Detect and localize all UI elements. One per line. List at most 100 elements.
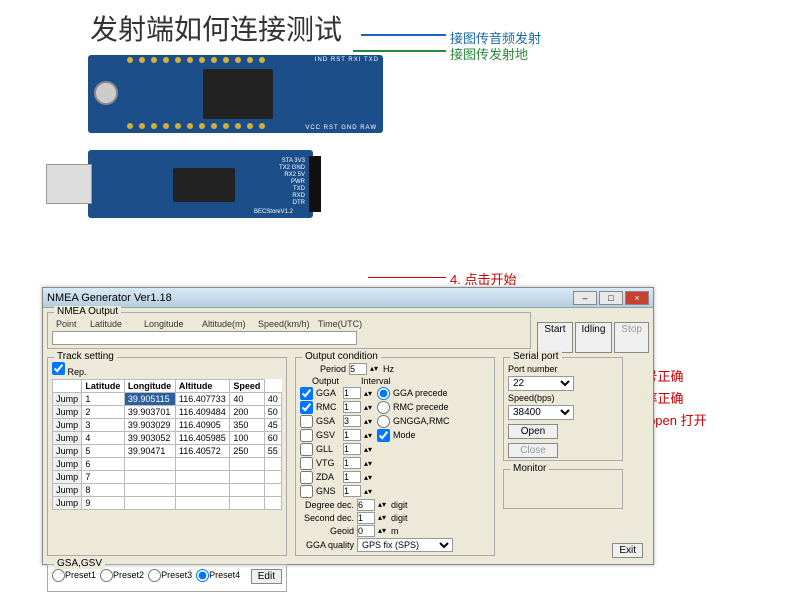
cell-lat[interactable]	[124, 470, 175, 483]
cell-spd[interactable]: 40	[264, 392, 281, 405]
sec-val[interactable]	[357, 512, 375, 524]
cell-lon[interactable]: 116.407733	[175, 392, 230, 405]
oc-check-rmc[interactable]	[300, 401, 313, 414]
cell-spd[interactable]	[264, 483, 281, 496]
cell-lon[interactable]	[175, 470, 230, 483]
close-button-serial[interactable]: Close	[508, 443, 558, 458]
preset-3[interactable]: Preset3	[148, 569, 192, 582]
cell-lat[interactable]: 39.905115	[124, 392, 175, 405]
cell-alt[interactable]: 250	[230, 444, 264, 457]
oc-radio[interactable]	[377, 387, 390, 400]
oc-interval[interactable]	[343, 429, 361, 441]
cell-lat[interactable]	[124, 457, 175, 470]
speed-select[interactable]: 38400	[508, 405, 574, 420]
cell-lat[interactable]: 39.903701	[124, 405, 175, 418]
titlebar[interactable]: NMEA Generator Ver1.18 – □ ×	[43, 288, 653, 308]
period-value[interactable]	[349, 363, 367, 375]
oc-interval[interactable]	[343, 471, 361, 483]
table-row[interactable]: Jump239.903701116.40948420050	[53, 405, 282, 418]
cell-lat[interactable]: 39.90471	[124, 444, 175, 457]
cell-spd[interactable]: 60	[264, 431, 281, 444]
oc-radio[interactable]	[377, 415, 390, 428]
deg-val[interactable]	[357, 499, 375, 511]
start-button[interactable]: Start	[537, 322, 572, 353]
open-button[interactable]: Open	[508, 424, 558, 439]
cell-lon[interactable]: 116.405985	[175, 431, 230, 444]
jump-cell[interactable]: Jump	[53, 457, 82, 470]
edit-button[interactable]: Edit	[251, 569, 282, 584]
cell-lat[interactable]	[124, 483, 175, 496]
table-row[interactable]: Jump9	[53, 496, 282, 509]
cell-alt[interactable]: 350	[230, 418, 264, 431]
cell-alt[interactable]	[230, 483, 264, 496]
oc-check-gga[interactable]	[300, 387, 313, 400]
table-row[interactable]: Jump8	[53, 483, 282, 496]
rep-checkbox[interactable]	[52, 362, 65, 375]
minimize-button[interactable]: –	[573, 291, 597, 305]
jump-cell[interactable]: Jump	[53, 444, 82, 457]
preset-2[interactable]: Preset2	[100, 569, 144, 582]
cell-lon[interactable]: 116.40905	[175, 418, 230, 431]
cell-lon[interactable]	[175, 457, 230, 470]
oc-check-zda[interactable]	[300, 471, 313, 484]
geoid-val[interactable]	[357, 525, 375, 537]
table-row[interactable]: Jump6	[53, 457, 282, 470]
cell-lon[interactable]	[175, 483, 230, 496]
jump-cell[interactable]: Jump	[53, 483, 82, 496]
cell-alt[interactable]	[230, 457, 264, 470]
jump-cell[interactable]: Jump	[53, 496, 82, 509]
jump-cell[interactable]: Jump	[53, 405, 82, 418]
jump-cell[interactable]: Jump	[53, 418, 82, 431]
table-row[interactable]: Jump339.903029116.4090535045	[53, 418, 282, 431]
oc-interval[interactable]	[343, 401, 361, 413]
preset-radio[interactable]	[148, 569, 161, 582]
gga-quality-select[interactable]: GPS fix (SPS)	[357, 538, 453, 552]
cell-lat[interactable]	[124, 496, 175, 509]
oc-radio[interactable]	[377, 401, 390, 414]
cell-alt[interactable]: 200	[230, 405, 264, 418]
oc-mode-check[interactable]	[377, 429, 390, 442]
cell-alt[interactable]: 100	[230, 431, 264, 444]
oc-check-gsv[interactable]	[300, 429, 313, 442]
cell-spd[interactable]: 55	[264, 444, 281, 457]
cell-alt[interactable]	[230, 470, 264, 483]
cell-lon[interactable]: 116.409484	[175, 405, 230, 418]
port-select[interactable]: 22	[508, 376, 574, 391]
jump-cell[interactable]: Jump	[53, 431, 82, 444]
cell-lon[interactable]: 116.40572	[175, 444, 230, 457]
cell-spd[interactable]	[264, 470, 281, 483]
jump-cell[interactable]: Jump	[53, 470, 82, 483]
cell-lat[interactable]: 39.903052	[124, 431, 175, 444]
preset-1[interactable]: Preset1	[52, 569, 96, 582]
table-row[interactable]: Jump139.905115116.4077334040	[53, 392, 282, 405]
cell-spd[interactable]	[264, 496, 281, 509]
idling-button[interactable]: Idling	[575, 322, 613, 353]
oc-check-gns[interactable]	[300, 485, 313, 498]
oc-interval[interactable]	[343, 387, 361, 399]
cell-alt[interactable]: 40	[230, 392, 264, 405]
oc-check-vtg[interactable]	[300, 457, 313, 470]
cell-spd[interactable]: 45	[264, 418, 281, 431]
jump-cell[interactable]: Jump	[53, 392, 82, 405]
cell-spd[interactable]: 50	[264, 405, 281, 418]
exit-button[interactable]: Exit	[612, 543, 643, 558]
oc-interval[interactable]	[343, 443, 361, 455]
stop-button[interactable]: Stop	[614, 322, 649, 353]
preset-radio[interactable]	[52, 569, 65, 582]
oc-interval[interactable]	[343, 415, 361, 427]
table-row[interactable]: Jump439.903052116.40598510060	[53, 431, 282, 444]
preset-radio[interactable]	[100, 569, 113, 582]
preset-radio[interactable]	[196, 569, 209, 582]
oc-check-gsa[interactable]	[300, 415, 313, 428]
table-row[interactable]: Jump539.90471116.4057225055	[53, 444, 282, 457]
oc-check-gll[interactable]	[300, 443, 313, 456]
oc-interval[interactable]	[343, 457, 361, 469]
nmea-output-field[interactable]	[52, 331, 357, 345]
close-button[interactable]: ×	[625, 291, 649, 305]
cell-lon[interactable]	[175, 496, 230, 509]
maximize-button[interactable]: □	[599, 291, 623, 305]
oc-interval[interactable]	[343, 485, 361, 497]
cell-lat[interactable]: 39.903029	[124, 418, 175, 431]
table-row[interactable]: Jump7	[53, 470, 282, 483]
cell-alt[interactable]	[230, 496, 264, 509]
